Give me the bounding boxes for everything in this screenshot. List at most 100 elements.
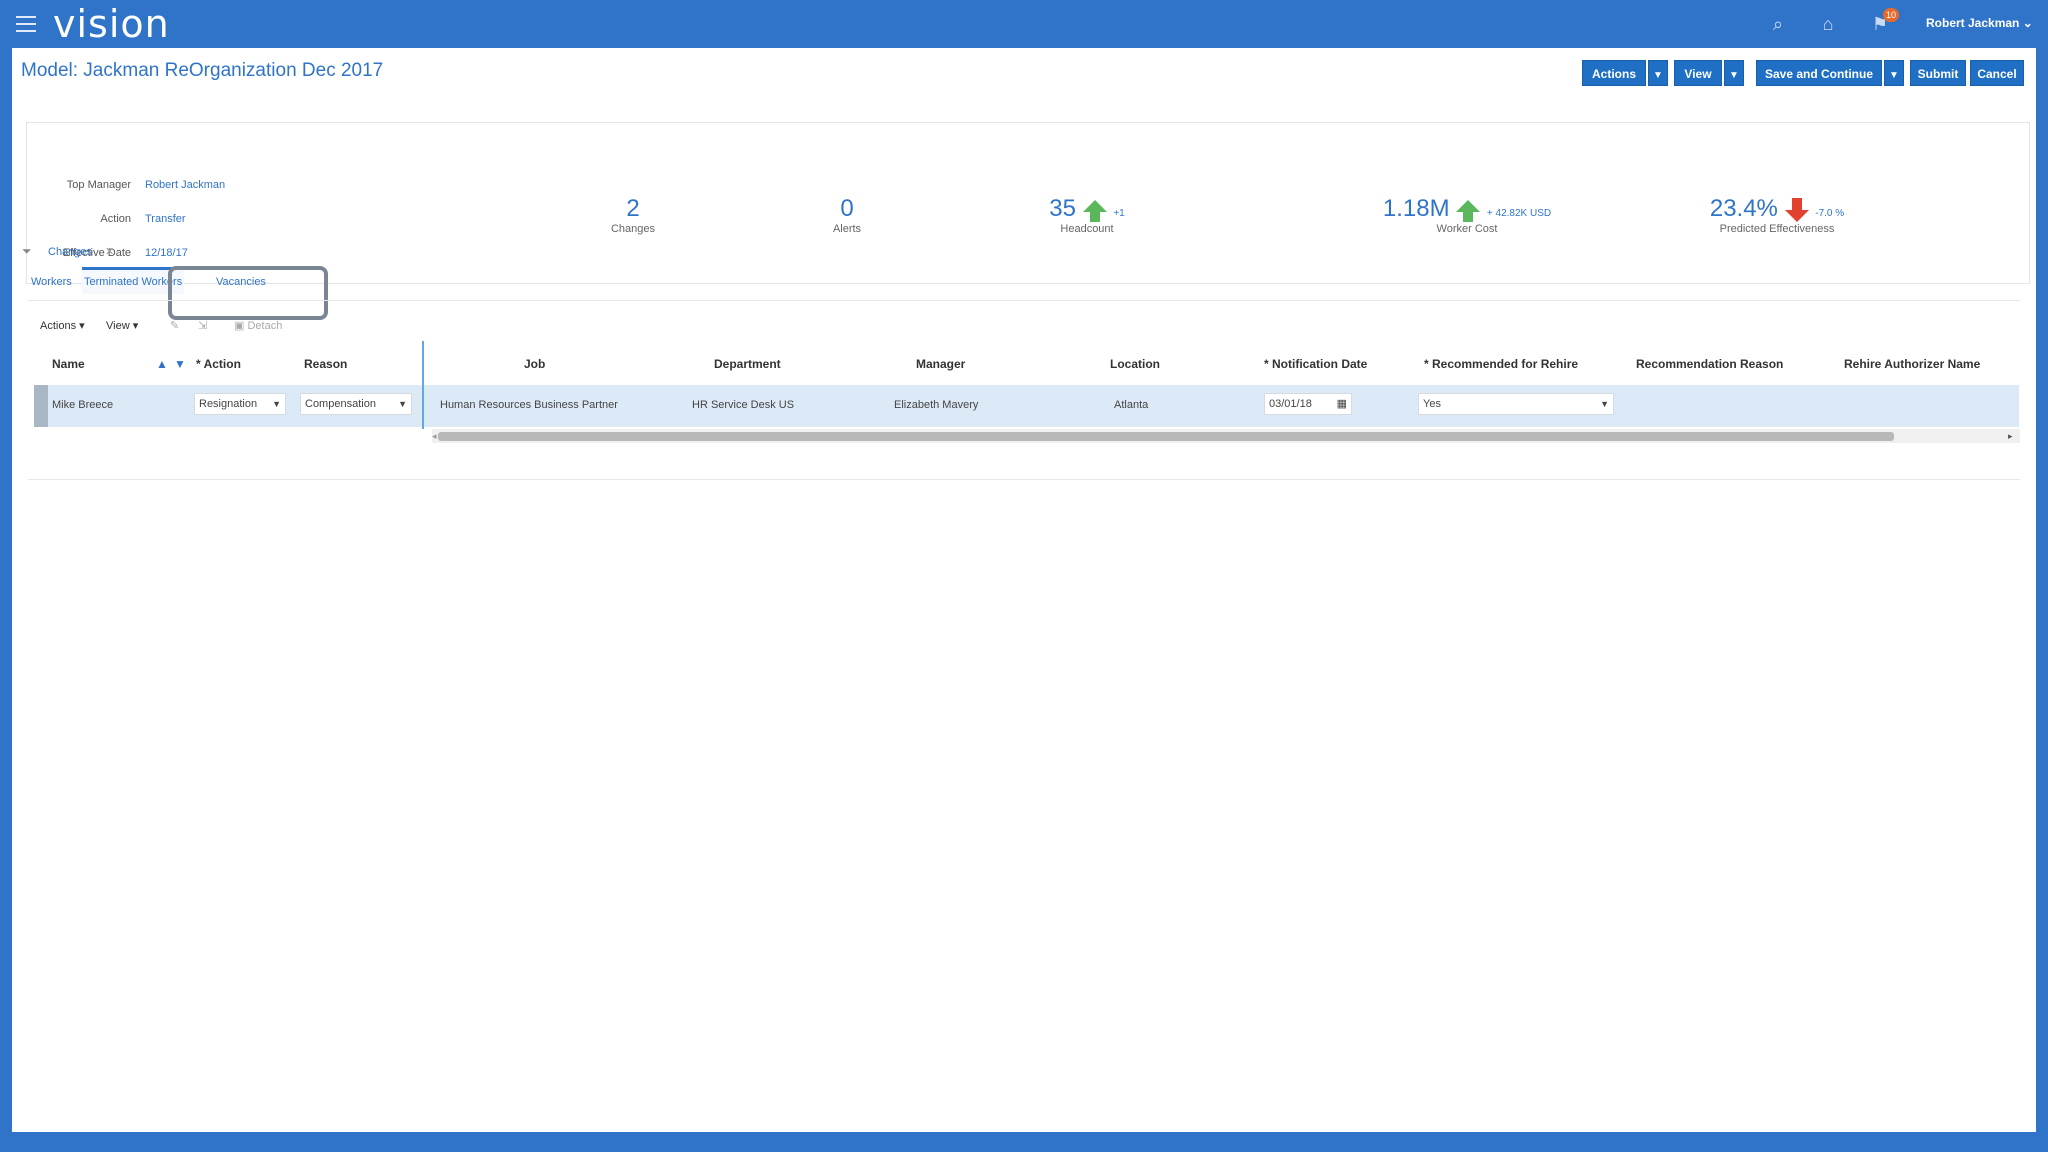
effectiveness-label: Predicted Effectiveness [1719,223,1835,235]
cell-job: Human Resources Business Partner [440,399,618,411]
top-navigation-bar: vision ⌕ ⌂ ⚑ 10 Robert Jackman ⌄ [0,0,2048,48]
alerts-count: 0 [840,195,854,222]
tab-workers[interactable]: Workers [29,270,74,294]
view-button-label: View [1684,67,1712,81]
hamburger-menu-icon[interactable] [16,16,36,32]
top-manager-label: Top Manager [66,179,131,191]
cell-manager: Elizabeth Mavery [894,399,979,411]
horizontal-scrollbar-thumb[interactable] [438,432,1894,441]
table-actions-menu[interactable]: Actions ▾ [40,319,85,332]
detach-button[interactable]: ▣ Detach [234,319,282,332]
chevron-down-icon: ▼ [272,399,281,409]
alerts-metric[interactable]: 0 Alerts [797,195,897,235]
worker-cost-value: 1.18M [1382,195,1450,222]
model-summary-panel: Top Manager Robert Jackman Action Transf… [26,122,2030,284]
action-value[interactable]: Transfer [145,213,186,225]
rehire-select-value: Yes [1423,398,1441,410]
row-selector[interactable] [34,385,48,427]
home-icon[interactable]: ⌂ [1816,12,1840,36]
column-header-reason[interactable]: Reason [304,357,347,371]
predicted-effectiveness-metric: 23.4% -7.0 % Predicted Effectiveness [1687,195,1867,235]
calendar-icon[interactable]: ▦ [1337,394,1347,414]
submit-button-label: Submit [1917,67,1959,81]
column-header-action-label: Action [203,357,241,371]
recommended-for-rehire-select[interactable]: Yes ▼ [1418,393,1614,415]
sort-descending-icon[interactable]: ▼ [174,357,186,371]
top-manager-value[interactable]: Robert Jackman [145,179,225,191]
notification-date-input[interactable]: 03/01/18 ▦ [1264,393,1352,415]
chevron-down-icon: ▼ [1600,399,1609,409]
cell-name: Mike Breece [52,399,114,411]
arrow-up-icon [1456,200,1481,222]
headcount-label: Headcount [1060,223,1114,235]
save-dropdown-button[interactable]: ▼ [1884,60,1904,86]
view-button[interactable]: View [1674,60,1722,86]
alerts-label: Alerts [832,223,862,235]
chevron-down-icon: ▼ [1653,70,1663,81]
edit-icon[interactable]: ✎ [170,319,179,332]
effectiveness-value: 23.4% [1709,195,1778,222]
column-header-recommendation-reason[interactable]: Recommendation Reason [1636,357,1783,371]
detach-label: Detach [247,320,283,332]
column-header-manager[interactable]: Manager [916,357,965,371]
column-header-notification-date-label: Notification Date [1272,357,1368,371]
cancel-button[interactable]: Cancel [1970,60,2024,86]
page-title: Model: Jackman ReOrganization Dec 2017 [21,60,384,81]
user-menu[interactable]: Robert Jackman ⌄ [1926,16,2033,30]
reason-select[interactable]: Compensation ▼ [300,393,412,415]
view-dropdown-button[interactable]: ▼ [1724,60,1744,86]
close-icon[interactable]: ✕ [105,245,114,258]
app-logo[interactable]: vision [53,2,170,46]
column-header-recommended-for-rehire[interactable]: * Recommended for Rehire [1424,357,1578,371]
column-header-notification-date[interactable]: * Notification Date [1264,357,1367,371]
main-content: Model: Jackman ReOrganization Dec 2017 A… [12,48,2036,1132]
chevron-down-icon: ▼ [1729,70,1739,81]
actions-dropdown-button[interactable]: ▼ [1648,60,1668,86]
freeze-icon[interactable]: ⇲ [198,319,207,332]
table-actions-label: Actions [40,320,77,332]
actions-button-label: Actions [1591,67,1636,81]
arrow-down-icon [1784,198,1809,222]
column-header-name[interactable]: Name [52,357,85,371]
action-select[interactable]: Resignation ▼ [194,393,286,415]
arrow-up-icon [1082,200,1107,222]
notification-date-value: 03/01/18 [1269,398,1312,410]
chevron-down-icon: ▼ [1889,70,1899,81]
save-and-continue-button[interactable]: Save and Continue [1756,60,1882,86]
bottom-bar [0,1132,2048,1152]
frozen-column-divider[interactable] [422,341,424,429]
scroll-right-icon[interactable]: ▸ [2008,431,2013,442]
column-header-department[interactable]: Department [714,357,781,371]
column-header-job[interactable]: Job [524,357,545,371]
cell-department: HR Service Desk US [692,399,795,411]
submit-button[interactable]: Submit [1910,60,1966,86]
worker-cost-delta: + 42.82K USD [1486,208,1552,219]
user-name-label: Robert Jackman [1926,16,2020,30]
changes-label: Changes [610,223,656,235]
changes-count: 2 [626,195,640,222]
save-and-continue-label: Save and Continue [1764,67,1874,81]
headcount-value: 35 [1049,195,1076,222]
worker-cost-metric: 1.18M + 42.82K USD Worker Cost [1357,195,1577,235]
search-icon[interactable]: ⌕ [1766,12,1790,36]
notification-badge: 10 [1883,8,1899,22]
headcount-metric: 35 +1 Headcount [1017,195,1157,235]
cell-location: Atlanta [1114,399,1149,411]
headcount-delta: +1 [1113,208,1125,219]
scroll-left-icon[interactable]: ◂ [432,431,437,442]
changes-metric[interactable]: 2 Changes [583,195,683,235]
column-header-recommended-for-rehire-label: Recommended for Rehire [1432,357,1579,371]
column-header-location[interactable]: Location [1110,357,1160,371]
column-header-rehire-authorizer-name[interactable]: Rehire Authorizer Name [1844,357,1980,371]
filter-icon[interactable]: ⏷ [22,244,34,258]
action-label: Action [100,213,131,225]
sort-ascending-icon[interactable]: ▲ [156,357,168,371]
column-header-action[interactable]: * Action [196,357,241,371]
changes-filter-chip[interactable]: Changes [48,246,92,258]
worker-cost-label: Worker Cost [1436,223,1498,235]
table-view-menu[interactable]: View ▾ [106,319,138,332]
actions-button[interactable]: Actions [1582,60,1646,86]
effective-date-value: 12/18/17 [145,247,188,259]
table-view-label: View [106,320,130,332]
cancel-button-label: Cancel [1977,67,2017,81]
